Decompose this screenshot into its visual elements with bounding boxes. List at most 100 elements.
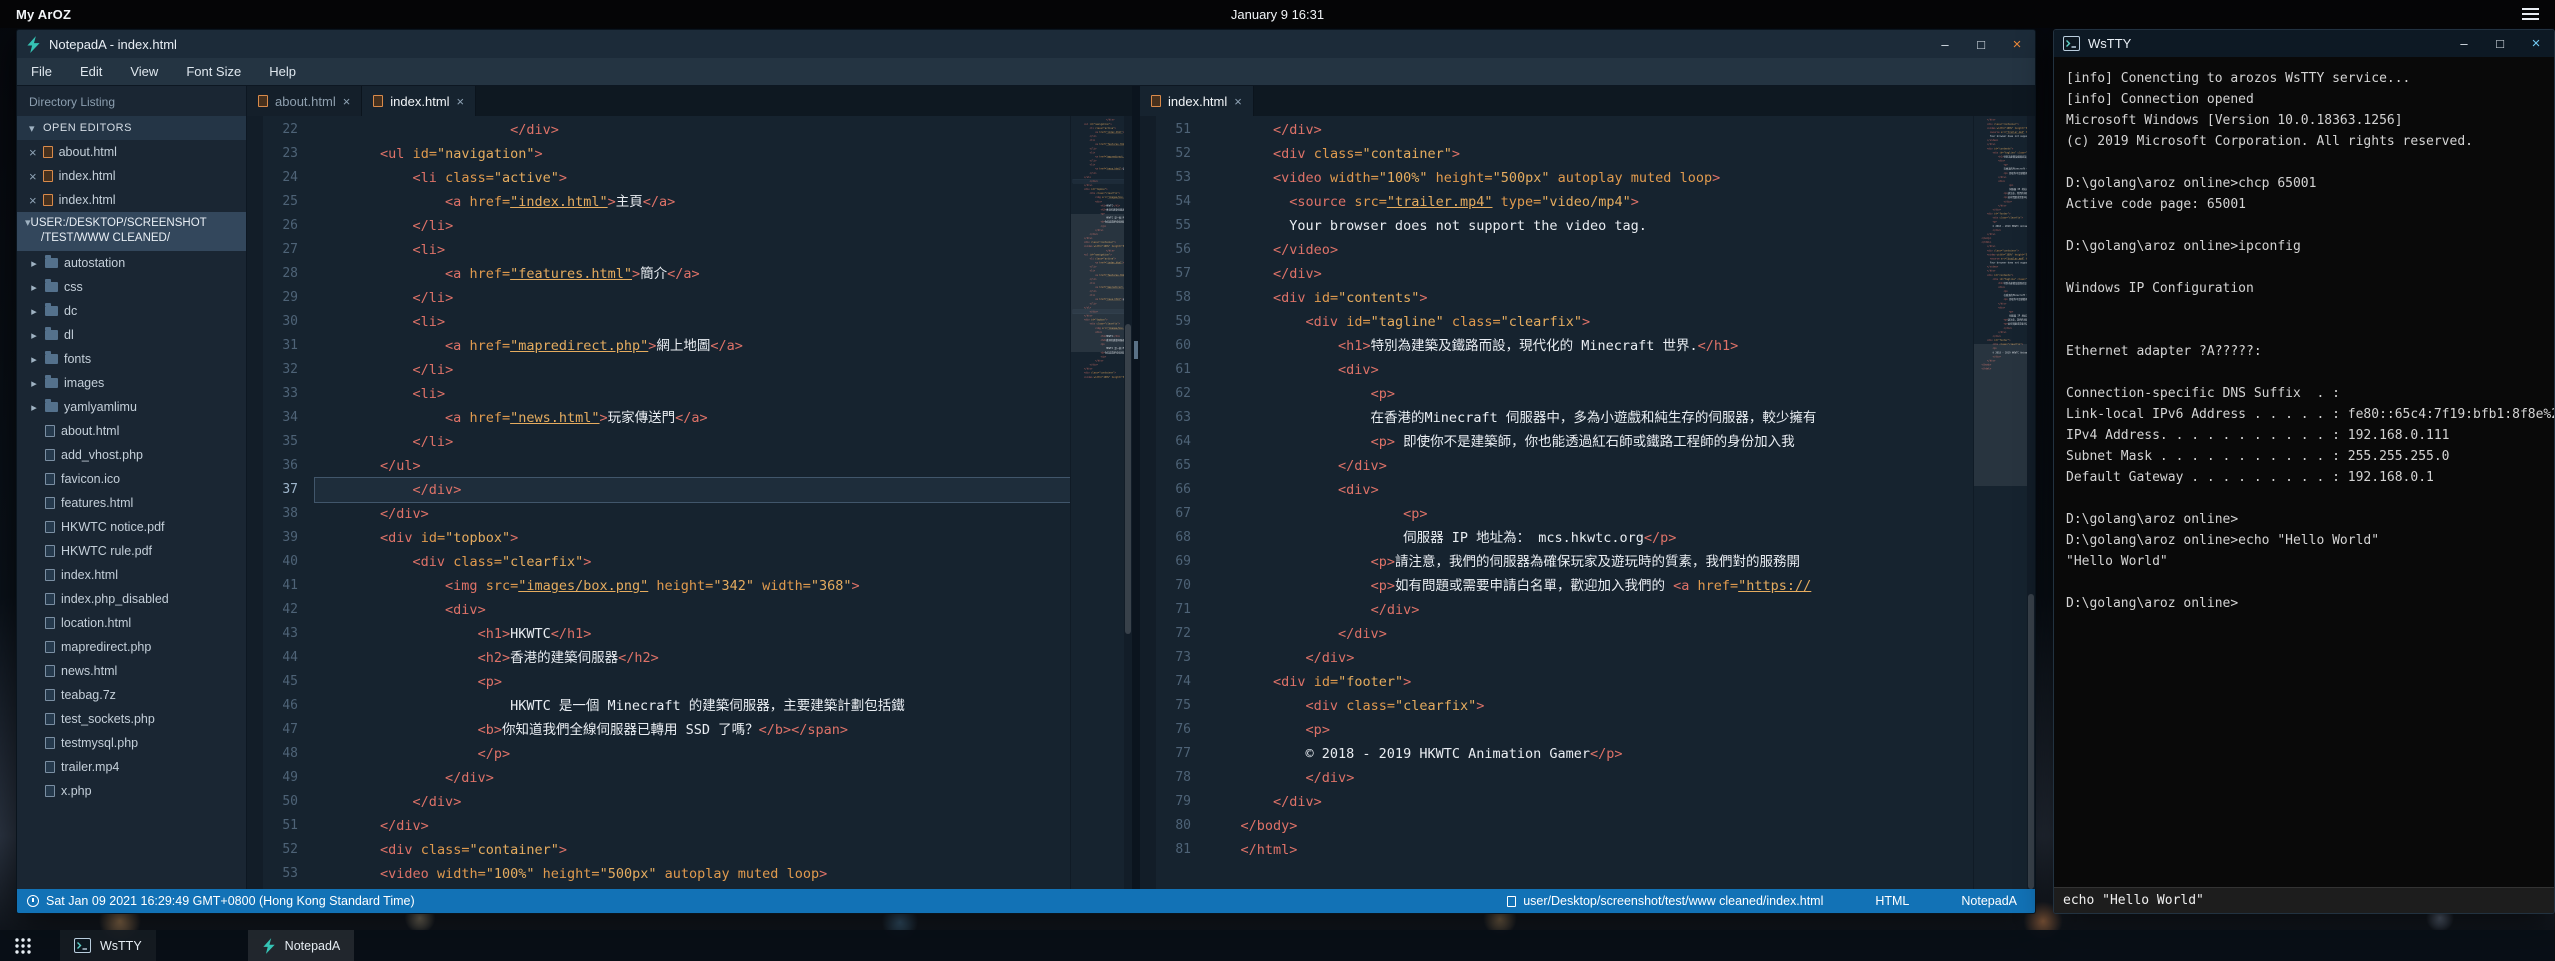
code-line: </div> (315, 790, 1070, 814)
sidebar-file[interactable]: features.html (17, 491, 246, 515)
scrollbar-left[interactable] (1124, 116, 1132, 889)
aroz-brand[interactable]: My ArOZ (16, 7, 71, 22)
scrollbar-thumb[interactable] (1125, 324, 1131, 634)
close-editor-icon[interactable]: × (29, 170, 37, 183)
sidebar-folder[interactable]: ▸fonts (17, 347, 246, 371)
scrollbar-thumb[interactable] (2028, 594, 2034, 889)
code-line: </p> (315, 742, 1070, 766)
sidebar-file[interactable]: testmysql.php (17, 731, 246, 755)
line-number: 53 (263, 862, 298, 886)
line-number: 59 (1156, 310, 1191, 334)
pane-splitter[interactable] (1132, 86, 1140, 889)
line-number: 62 (1156, 382, 1191, 406)
sidebar-file[interactable]: add_vhost.php (17, 443, 246, 467)
menu-help[interactable]: Help (255, 58, 310, 85)
file-icon (45, 473, 55, 485)
editor-tab-index.html[interactable]: index.html× (1140, 86, 1254, 116)
taskbar-item-wstty[interactable]: WsTTY (60, 930, 156, 961)
terminal-line: Link-local IPv6 Address . . . . . : fe80… (2066, 404, 2542, 425)
close-icon[interactable]: × (1999, 30, 2035, 58)
sidebar-file[interactable]: teabag.7z (17, 683, 246, 707)
sidebar-file[interactable]: test_sockets.php (17, 707, 246, 731)
open-editor-item[interactable]: ×about.html (17, 140, 246, 164)
terminal-input[interactable]: echo "Hello World" (2054, 887, 2554, 913)
file-label: index.html (61, 568, 118, 582)
sidebar-file[interactable]: index.html (17, 563, 246, 587)
menu-font-size[interactable]: Font Size (172, 58, 255, 85)
maximize-icon[interactable]: □ (2482, 30, 2518, 57)
line-number: 48 (263, 742, 298, 766)
minimap-right[interactable]: </div> <div class="container"> <video wi… (1973, 116, 2027, 889)
sidebar-file[interactable]: location.html (17, 611, 246, 635)
line-number: 57 (1156, 262, 1191, 286)
html-file-icon (1151, 95, 1161, 107)
sidebar-folder[interactable]: ▸images (17, 371, 246, 395)
sidebar-file[interactable]: about.html (17, 419, 246, 443)
code-editor-right[interactable]: </div> <div class="container"> <video wi… (1202, 116, 1973, 889)
line-number: 49 (263, 766, 298, 790)
taskbar-item-notepada[interactable]: NotepadA (248, 930, 355, 961)
sidebar-folder[interactable]: ▸autostation (17, 251, 246, 275)
start-button[interactable] (0, 930, 46, 961)
sidebar-file[interactable]: HKWTC rule.pdf (17, 539, 246, 563)
line-number: 43 (263, 622, 298, 646)
line-number: 78 (1156, 766, 1191, 790)
minimap-viewport[interactable] (1071, 214, 1124, 352)
open-editor-item[interactable]: ×index.html (17, 164, 246, 188)
editor-tab-about.html[interactable]: about.html× (247, 86, 362, 116)
sidebar-root-folder[interactable]: ▾USER:/DESKTOP/SCREENSHOT /TEST/WWW CLEA… (17, 212, 246, 251)
directory-listing-label: Directory Listing (17, 86, 246, 116)
terminal-output[interactable]: [info] Conencting to arozos WsTTY servic… (2054, 57, 2554, 887)
scrollbar-right[interactable] (2027, 116, 2035, 889)
notepada-titlebar[interactable]: NotepadA - index.html – □ × (17, 30, 2035, 58)
menu-view[interactable]: View (116, 58, 172, 85)
sidebar-file[interactable]: trailer.mp4 (17, 755, 246, 779)
close-icon[interactable]: × (2518, 30, 2554, 57)
open-editor-item[interactable]: ×index.html (17, 188, 246, 212)
sidebar-file[interactable]: news.html (17, 659, 246, 683)
maximize-icon[interactable]: □ (1963, 30, 1999, 58)
code-line: </div> (315, 502, 1070, 526)
sidebar-folder[interactable]: ▸dc (17, 299, 246, 323)
code-line: </body> (1208, 814, 1973, 838)
sidebar-folder[interactable]: ▸css (17, 275, 246, 299)
close-tab-icon[interactable]: × (343, 95, 351, 108)
root-folder-line2: /TEST/WWW CLEANED/ (25, 231, 238, 246)
open-editors-header[interactable]: ▾ OPEN EDITORS (17, 116, 246, 140)
minimize-icon[interactable]: – (2446, 30, 2482, 57)
sidebar-folder[interactable]: ▸dl (17, 323, 246, 347)
sidebar-file[interactable]: x.php (17, 779, 246, 803)
breakpoint-gutter[interactable] (1140, 116, 1156, 889)
sidebar-file[interactable]: index.php_disabled (17, 587, 246, 611)
chevron-right-icon: ▸ (29, 305, 39, 318)
code-line: </li> (315, 286, 1070, 310)
line-number: 44 (263, 646, 298, 670)
code-editor-left[interactable]: </div> <ul id="navigation"> <li class="a… (309, 116, 1070, 889)
editor-tab-index.html[interactable]: index.html× (362, 86, 476, 116)
open-editors-label: OPEN EDITORS (43, 122, 132, 134)
wstty-titlebar[interactable]: WsTTY – □ × (2054, 30, 2554, 57)
sidebar-file[interactable]: mapredirect.php (17, 635, 246, 659)
line-number: 56 (1156, 238, 1191, 262)
close-tab-icon[interactable]: × (1234, 95, 1242, 108)
hamburger-menu-icon[interactable] (2522, 8, 2539, 20)
minimize-icon[interactable]: – (1927, 30, 1963, 58)
menu-edit[interactable]: Edit (66, 58, 116, 85)
sidebar-folder[interactable]: ▸yamlyamlimu (17, 395, 246, 419)
breakpoint-gutter[interactable] (247, 116, 263, 889)
code-line: <source src="trailer.mp4" type="video/mp… (1208, 190, 1973, 214)
menu-file[interactable]: File (17, 58, 66, 85)
minimap-left[interactable]: </div> <ul id="navigation"> <li class="a… (1070, 116, 1124, 889)
sidebar-file[interactable]: favicon.ico (17, 467, 246, 491)
code-line: </div> (1208, 262, 1973, 286)
close-editor-icon[interactable]: × (29, 194, 37, 207)
status-language[interactable]: HTML (1875, 894, 1909, 908)
splitter-grip-icon[interactable] (1134, 341, 1138, 359)
close-tab-icon[interactable]: × (457, 95, 465, 108)
sidebar-file[interactable]: HKWTC notice.pdf (17, 515, 246, 539)
close-editor-icon[interactable]: × (29, 146, 37, 159)
code-line: <div class="container"> (315, 838, 1070, 862)
file-icon (45, 737, 55, 749)
minimap-viewport[interactable] (1974, 344, 2027, 486)
status-filepath[interactable]: user/Desktop/screenshot/test/www cleaned… (1523, 894, 1823, 908)
